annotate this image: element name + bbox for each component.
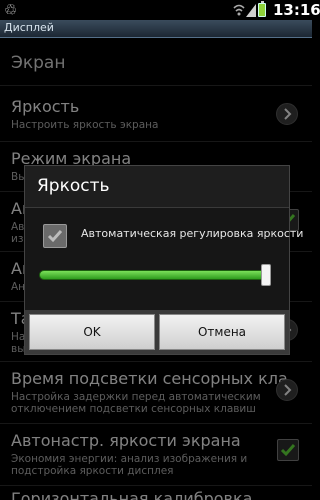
status-bar: ♲ 13:16 — [0, 0, 320, 20]
auto-brightness-label: Автоматическая регулировка яркости — [81, 227, 304, 240]
signal-icon — [246, 4, 256, 17]
dialog-button-bar: OK Отмена — [25, 310, 289, 354]
cancel-button[interactable]: Отмена — [159, 314, 285, 350]
clock: 13:16 — [273, 1, 320, 19]
recycle-icon: ♲ — [4, 1, 18, 19]
brightness-slider-thumb[interactable] — [261, 264, 271, 286]
page-title: Дисплей — [4, 21, 54, 34]
dialog-title: Яркость — [37, 176, 110, 196]
brightness-dialog: Яркость Автоматическая регулировка яркос… — [24, 165, 303, 355]
dialog-header: Яркость — [25, 166, 289, 208]
battery-icon — [258, 1, 266, 17]
brightness-slider-track[interactable] — [39, 270, 271, 280]
wifi-icon — [233, 4, 245, 16]
title-bar: Дисплей — [0, 20, 312, 38]
ok-button[interactable]: OK — [29, 314, 155, 350]
auto-brightness-checkbox[interactable] — [43, 224, 67, 248]
